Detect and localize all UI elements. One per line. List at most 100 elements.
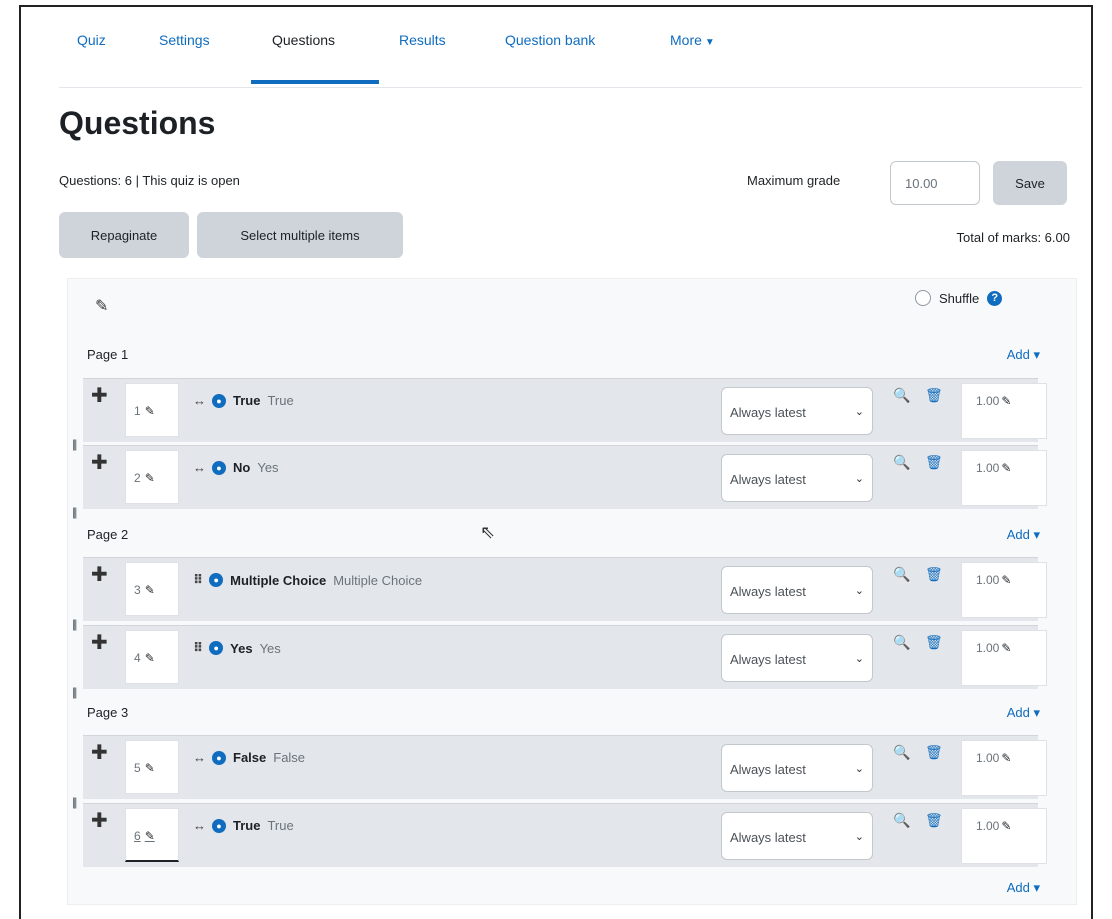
move-icon[interactable]: ✚ [91, 450, 108, 475]
tab-more-label: More [670, 32, 702, 48]
question-mark-box[interactable]: 1.00 ✎ [961, 808, 1047, 864]
repaginate-button[interactable]: Repaginate [59, 212, 189, 258]
page-break-icon[interactable]: ||| [72, 505, 78, 519]
question-text: False [273, 750, 306, 765]
question-number-box[interactable]: 3 ✎ [125, 562, 179, 616]
question-type-icon: ● [212, 818, 226, 833]
question-number-box[interactable]: 1 ✎ [125, 383, 179, 437]
question-number: 6 [134, 829, 141, 843]
question-name[interactable]: True [233, 393, 260, 408]
question-number-box[interactable]: 6 ✎ [125, 808, 179, 862]
question-text: True [267, 818, 294, 833]
question-mark-box[interactable]: 1.00 ✎ [961, 740, 1047, 796]
add-link[interactable]: Add ▾ [1007, 705, 1040, 721]
question-text: Yes [259, 640, 281, 656]
drag-handle-icon[interactable]: ↔ [193, 818, 206, 833]
chevron-down-icon: ⌄ [854, 406, 864, 418]
question-slot: ✚ 4 ✎ ⠿ ● Yes Yes Always latest ⌄ 🔍 🗑 1.00… [83, 625, 1047, 689]
tab-questions[interactable]: Questions [272, 32, 335, 48]
question-mark: 1.00 [976, 819, 1000, 833]
select-multiple-button[interactable]: Select multiple items [197, 212, 403, 258]
delete-icon[interactable]: 🗑 [925, 634, 943, 651]
add-label: Add [1006, 347, 1030, 362]
page-break-icon[interactable]: ||| [72, 795, 78, 809]
move-icon[interactable]: ✚ [91, 740, 108, 765]
preview-icon[interactable]: 🔍 [893, 634, 910, 651]
section-edit-icon[interactable]: ✎ [95, 296, 108, 316]
question-number: 3 [134, 583, 141, 597]
version-select[interactable]: Always latest ⌄ [721, 387, 873, 435]
page-break-icon[interactable]: ||| [72, 617, 78, 631]
delete-icon[interactable]: 🗑 [925, 812, 943, 829]
question-number: 1 [134, 404, 141, 418]
preview-icon[interactable]: 🔍 [893, 387, 910, 404]
version-select[interactable]: Always latest ⌄ [721, 634, 873, 682]
add-link[interactable]: Add ▾ [1007, 527, 1040, 543]
drag-handle-icon[interactable]: ↔ [193, 393, 206, 408]
save-button[interactable]: Save [993, 161, 1067, 205]
question-number-box[interactable]: 4 ✎ [125, 630, 179, 684]
version-select[interactable]: Always latest ⌄ [721, 454, 873, 502]
version-select-value: Always latest [730, 472, 806, 487]
delete-icon[interactable]: 🗑 [925, 744, 943, 761]
add-link[interactable]: Add ▾ [1007, 880, 1040, 896]
pencil-icon: ✎ [144, 583, 155, 597]
pencil-icon: ✎ [1001, 394, 1012, 408]
question-slot: ✚ 5 ✎ ↔ ● False False Always latest ⌄ 🔍 🗑 … [83, 735, 1047, 799]
preview-icon[interactable]: 🔍 [893, 566, 910, 583]
move-icon[interactable]: ✚ [91, 383, 108, 408]
question-mark: 1.00 [976, 751, 1000, 765]
question-mark-box[interactable]: 1.00 ✎ [961, 630, 1047, 686]
version-select[interactable]: Always latest ⌄ [721, 812, 873, 860]
question-name[interactable]: Yes [230, 641, 252, 656]
question-name[interactable]: No [233, 460, 250, 475]
tab-question-bank[interactable]: Question bank [505, 32, 595, 48]
page-break-icon[interactable]: ||| [72, 685, 78, 699]
shuffle-control[interactable]: Shuffle ? [915, 290, 1003, 306]
question-number-box[interactable]: 5 ✎ [125, 740, 179, 794]
help-icon[interactable]: ? [987, 290, 1003, 306]
pencil-icon: ✎ [1001, 641, 1012, 655]
delete-icon[interactable]: 🗑 [925, 454, 943, 471]
move-icon[interactable]: ✚ [91, 562, 108, 587]
shuffle-label: Shuffle [939, 290, 980, 306]
drag-handle-icon[interactable]: ↔ [193, 750, 206, 765]
preview-icon[interactable]: 🔍 [893, 454, 910, 471]
add-link[interactable]: Add ▾ [1007, 347, 1040, 363]
question-mark-box[interactable]: 1.00 ✎ [961, 562, 1047, 618]
page-title: Questions [59, 105, 216, 141]
tab-results[interactable]: Results [399, 32, 446, 48]
question-line: ↔ ● No Yes [193, 460, 279, 475]
question-mark-box[interactable]: 1.00 ✎ [961, 450, 1047, 506]
question-mark: 1.00 [976, 573, 1000, 587]
version-select[interactable]: Always latest ⌄ [721, 566, 873, 614]
tab-more[interactable]: More ▼ [670, 32, 715, 48]
question-name[interactable]: Multiple Choice [230, 573, 326, 588]
shuffle-checkbox[interactable] [915, 290, 931, 306]
question-type-icon: ● [212, 393, 226, 408]
page-label: Page 2 [87, 527, 129, 542]
drag-handle-icon[interactable]: ⠿ [193, 572, 203, 588]
tab-quiz[interactable]: Quiz [77, 32, 106, 48]
drag-handle-icon[interactable]: ⠿ [193, 640, 203, 656]
preview-icon[interactable]: 🔍 [893, 744, 910, 761]
move-icon[interactable]: ✚ [91, 630, 108, 655]
question-name[interactable]: True [233, 818, 260, 833]
tab-settings[interactable]: Settings [159, 32, 210, 48]
pencil-icon: ✎ [144, 471, 155, 485]
drag-handle-icon[interactable]: ↔ [193, 460, 206, 475]
question-number-box[interactable]: 2 ✎ [125, 450, 179, 504]
delete-icon[interactable]: 🗑 [925, 566, 943, 583]
max-grade-input[interactable] [890, 161, 980, 205]
version-select[interactable]: Always latest ⌄ [721, 744, 873, 792]
preview-icon[interactable]: 🔍 [893, 812, 910, 829]
move-icon[interactable]: ✚ [91, 808, 108, 833]
question-name[interactable]: False [233, 750, 266, 765]
page-break-icon[interactable]: ||| [72, 437, 78, 451]
chevron-down-icon: ▾ [1033, 527, 1040, 542]
chevron-down-icon: ⌄ [854, 831, 864, 843]
delete-icon[interactable]: 🗑 [925, 387, 943, 404]
question-mark-box[interactable]: 1.00 ✎ [961, 383, 1047, 439]
pencil-icon: ✎ [1001, 461, 1012, 475]
question-slot: ✚ 6 ✎ ↔ ● True True Always latest ⌄ 🔍 🗑 1.… [83, 803, 1047, 867]
